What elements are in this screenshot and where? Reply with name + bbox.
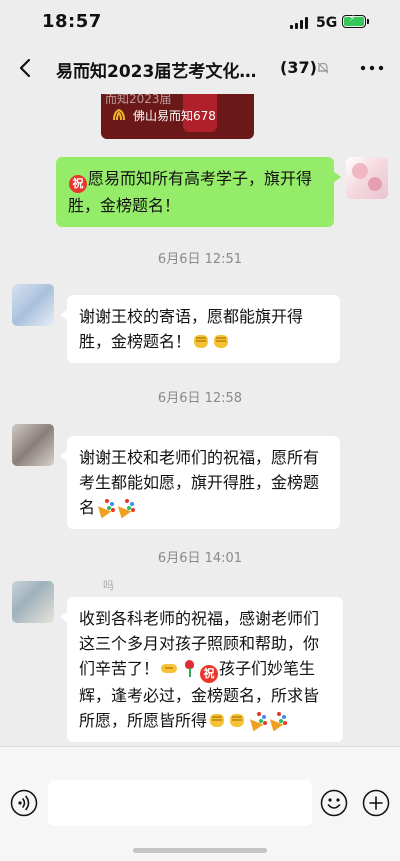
home-indicator	[133, 848, 267, 853]
fist-emoji-icon	[228, 711, 246, 729]
chat-header: 易而知2023届艺考文化… (37)	[0, 44, 400, 94]
network-type: 5G	[316, 15, 338, 31]
avatar-self[interactable]	[346, 157, 388, 199]
rose-emoji-icon	[180, 659, 198, 677]
group-title: 易而知2023届艺考文化…	[56, 62, 257, 82]
more-icon[interactable]	[360, 65, 384, 71]
message-bubble-received[interactable]: 谢谢王校和老师们的祝福，愿所有考生都能如愿，旗开得胜，金榜题名	[60, 436, 340, 529]
channel-logo-icon	[113, 108, 125, 121]
party-popper-emoji-icon	[248, 711, 266, 729]
back-arrow-icon[interactable]	[12, 54, 40, 82]
message-input[interactable]	[48, 780, 312, 826]
chat-area[interactable]: 而知2023届 佛山易而知678 祝愿易而知所有高考学子，旗开得胜，金榜题名！ …	[0, 94, 400, 746]
message-timestamp: 6月6日 12:51	[157, 252, 243, 267]
mute-bell-icon	[317, 62, 329, 74]
handshake-emoji-icon	[160, 659, 178, 677]
avatar[interactable]	[12, 284, 54, 326]
fist-emoji-icon	[212, 332, 230, 350]
message-bubble-sent[interactable]: 祝愿易而知所有高考学子，旗开得胜，金榜题名！	[56, 157, 341, 227]
message-bubble-received[interactable]: 谢谢王校的寄语，愿都能旗开得胜，金榜题名！	[60, 295, 340, 363]
message-timestamp: 6月6日 12:58	[157, 391, 243, 406]
status-bar: 18:57 5G	[0, 0, 400, 44]
message-bubble-received[interactable]: 收到各科老师的祝福，感谢老师们这三个多月对孩子照顾和帮助，你们辛苦了！祝孩子们妙…	[60, 597, 343, 742]
link-card-source: 佛山易而知678	[133, 109, 216, 123]
blessing-emoji-icon: 祝	[200, 665, 219, 683]
message-text: 愿易而知所有高考学子，旗开得胜，金榜题名！	[68, 169, 313, 215]
message-text: 谢谢王校的寄语，愿都能旗开得胜，金榜题名！	[79, 307, 304, 351]
sender-nickname: 吗	[103, 579, 114, 592]
status-time: 18:57	[42, 11, 102, 32]
battery-tip	[367, 19, 369, 24]
blessing-emoji-icon: 祝	[69, 175, 87, 193]
add-icon[interactable]	[362, 789, 390, 817]
member-count: (37)	[280, 58, 317, 77]
input-bar	[0, 746, 400, 861]
emoji-icon[interactable]	[320, 789, 348, 817]
message-timestamp: 6月6日 14:01	[157, 551, 243, 566]
battery-icon	[342, 14, 366, 28]
shared-link-card[interactable]: 而知2023届 佛山易而知678	[101, 94, 254, 139]
avatar[interactable]	[12, 424, 54, 466]
avatar[interactable]	[12, 581, 54, 623]
link-card-background-text: 而知2023届	[105, 94, 172, 106]
signal-icon	[290, 17, 312, 29]
fist-emoji-icon	[208, 711, 226, 729]
party-popper-emoji-icon	[268, 711, 286, 729]
party-popper-emoji-icon	[116, 498, 134, 516]
voice-icon[interactable]	[10, 789, 38, 817]
fist-emoji-icon	[192, 332, 210, 350]
party-popper-emoji-icon	[96, 498, 114, 516]
